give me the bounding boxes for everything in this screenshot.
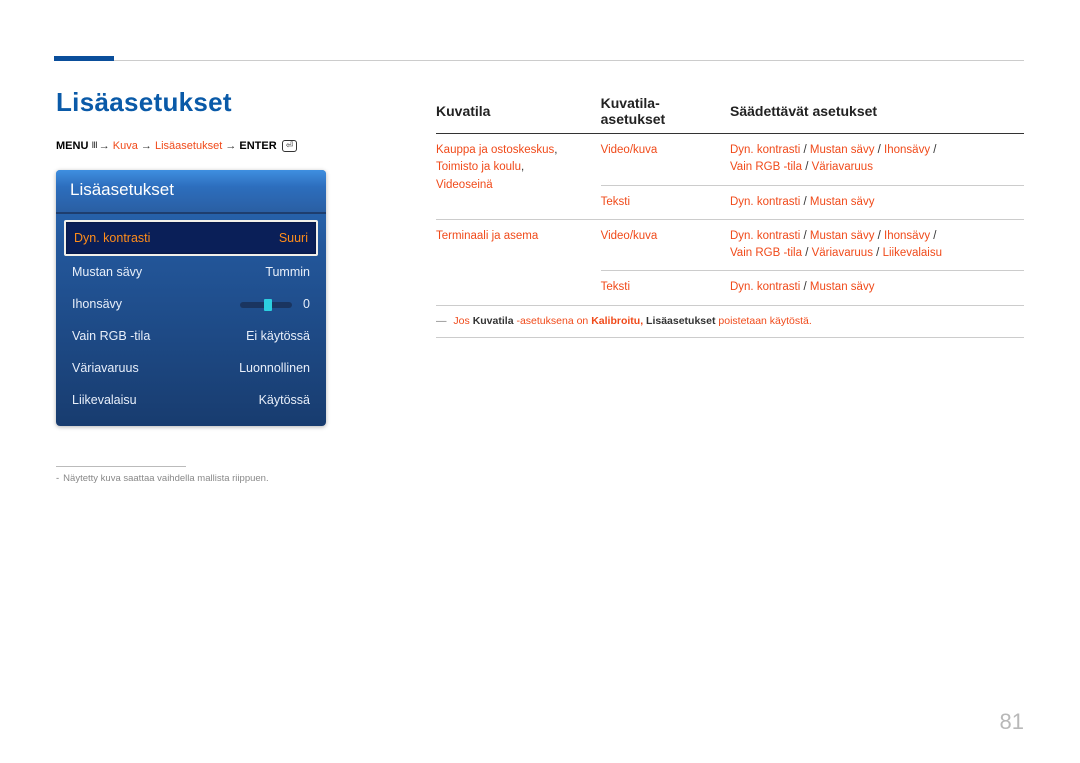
note-dash-icon: ― [436,315,447,327]
page-title: Lisäasetukset [56,87,376,118]
cell-mode: Video/kuva [601,219,730,271]
page-number: 81 [1000,709,1024,735]
enter-label: ENTER [239,140,276,152]
cell-settings: Dyn. kontrasti / Mustan sävy [730,185,1024,219]
cell-mode: Teksti [601,185,730,219]
row-value-wrap: 0 [240,297,310,311]
panel-title: Lisäasetukset [56,170,326,214]
row-value: Tummin [265,265,310,279]
row-value: Suuri [279,231,308,245]
th-asetukset: Kuvatila-asetukset [601,91,730,134]
row-label: Ihonsävy [72,297,122,311]
table-row: Kauppa ja ostoskeskus, Toimisto ja koulu… [436,134,1024,186]
enter-icon: ⏎ [282,140,298,152]
menu-panel: Lisäasetukset Dyn. kontrasti Suuri Musta… [56,170,326,426]
cell-settings: Dyn. kontrasti / Mustan sävy [730,271,1024,305]
top-rule [56,60,1024,61]
row-label: Liikevalaisu [72,393,137,407]
menu-icon: Ⅲ [91,140,95,151]
path-item: Lisäasetukset [155,140,222,152]
row-label: Väriavaruus [72,361,139,375]
menu-label: MENU [56,140,88,152]
slider[interactable] [240,302,292,308]
menu-row[interactable]: Väriavaruus Luonnollinen [64,352,318,384]
menu-row[interactable]: Ihonsävy 0 [64,288,318,320]
footnote: -Näytetty kuva saattaa vaihdella mallist… [56,473,376,484]
cell-mode: Video/kuva [601,134,730,186]
row-label: Mustan sävy [72,265,142,279]
path-item: Kuva [113,140,138,152]
breadcrumb: MENU Ⅲ → Kuva → Lisäasetukset → ENTER ⏎ [56,140,376,152]
row-value: Käytössä [259,393,310,407]
th-saadettavat: Säädettävät asetukset [730,91,1024,134]
cell-kuvatila: Terminaali ja asema [436,219,601,305]
menu-row[interactable]: Mustan sävy Tummin [64,256,318,288]
menu-row-dyn-kontrasti[interactable]: Dyn. kontrasti Suuri [64,220,318,256]
menu-row[interactable]: Vain RGB -tila Ei käytössä [64,320,318,352]
footnote-separator [56,466,186,467]
table-row: Terminaali ja asema Video/kuva Dyn. kont… [436,219,1024,271]
cell-settings: Dyn. kontrasti / Mustan sävy / Ihonsävy … [730,219,1024,271]
th-kuvatila: Kuvatila [436,91,601,134]
cell-mode: Teksti [601,271,730,305]
note-row: ― Jos Kuvatila -asetuksena on Kalibroitu… [436,305,1024,338]
cell-kuvatila: Kauppa ja ostoskeskus, Toimisto ja koulu… [436,134,601,220]
row-label: Dyn. kontrasti [74,231,150,245]
row-label: Vain RGB -tila [72,329,150,343]
row-value: Ei käytössä [246,329,310,343]
row-value: 0 [303,297,310,311]
menu-row[interactable]: Liikevalaisu Käytössä [64,384,318,416]
slider-thumb [264,299,272,311]
row-value: Luonnollinen [239,361,310,375]
cell-settings: Dyn. kontrasti / Mustan sävy / Ihonsävy … [730,134,1024,186]
settings-table: Kuvatila Kuvatila-asetukset Säädettävät … [436,91,1024,338]
